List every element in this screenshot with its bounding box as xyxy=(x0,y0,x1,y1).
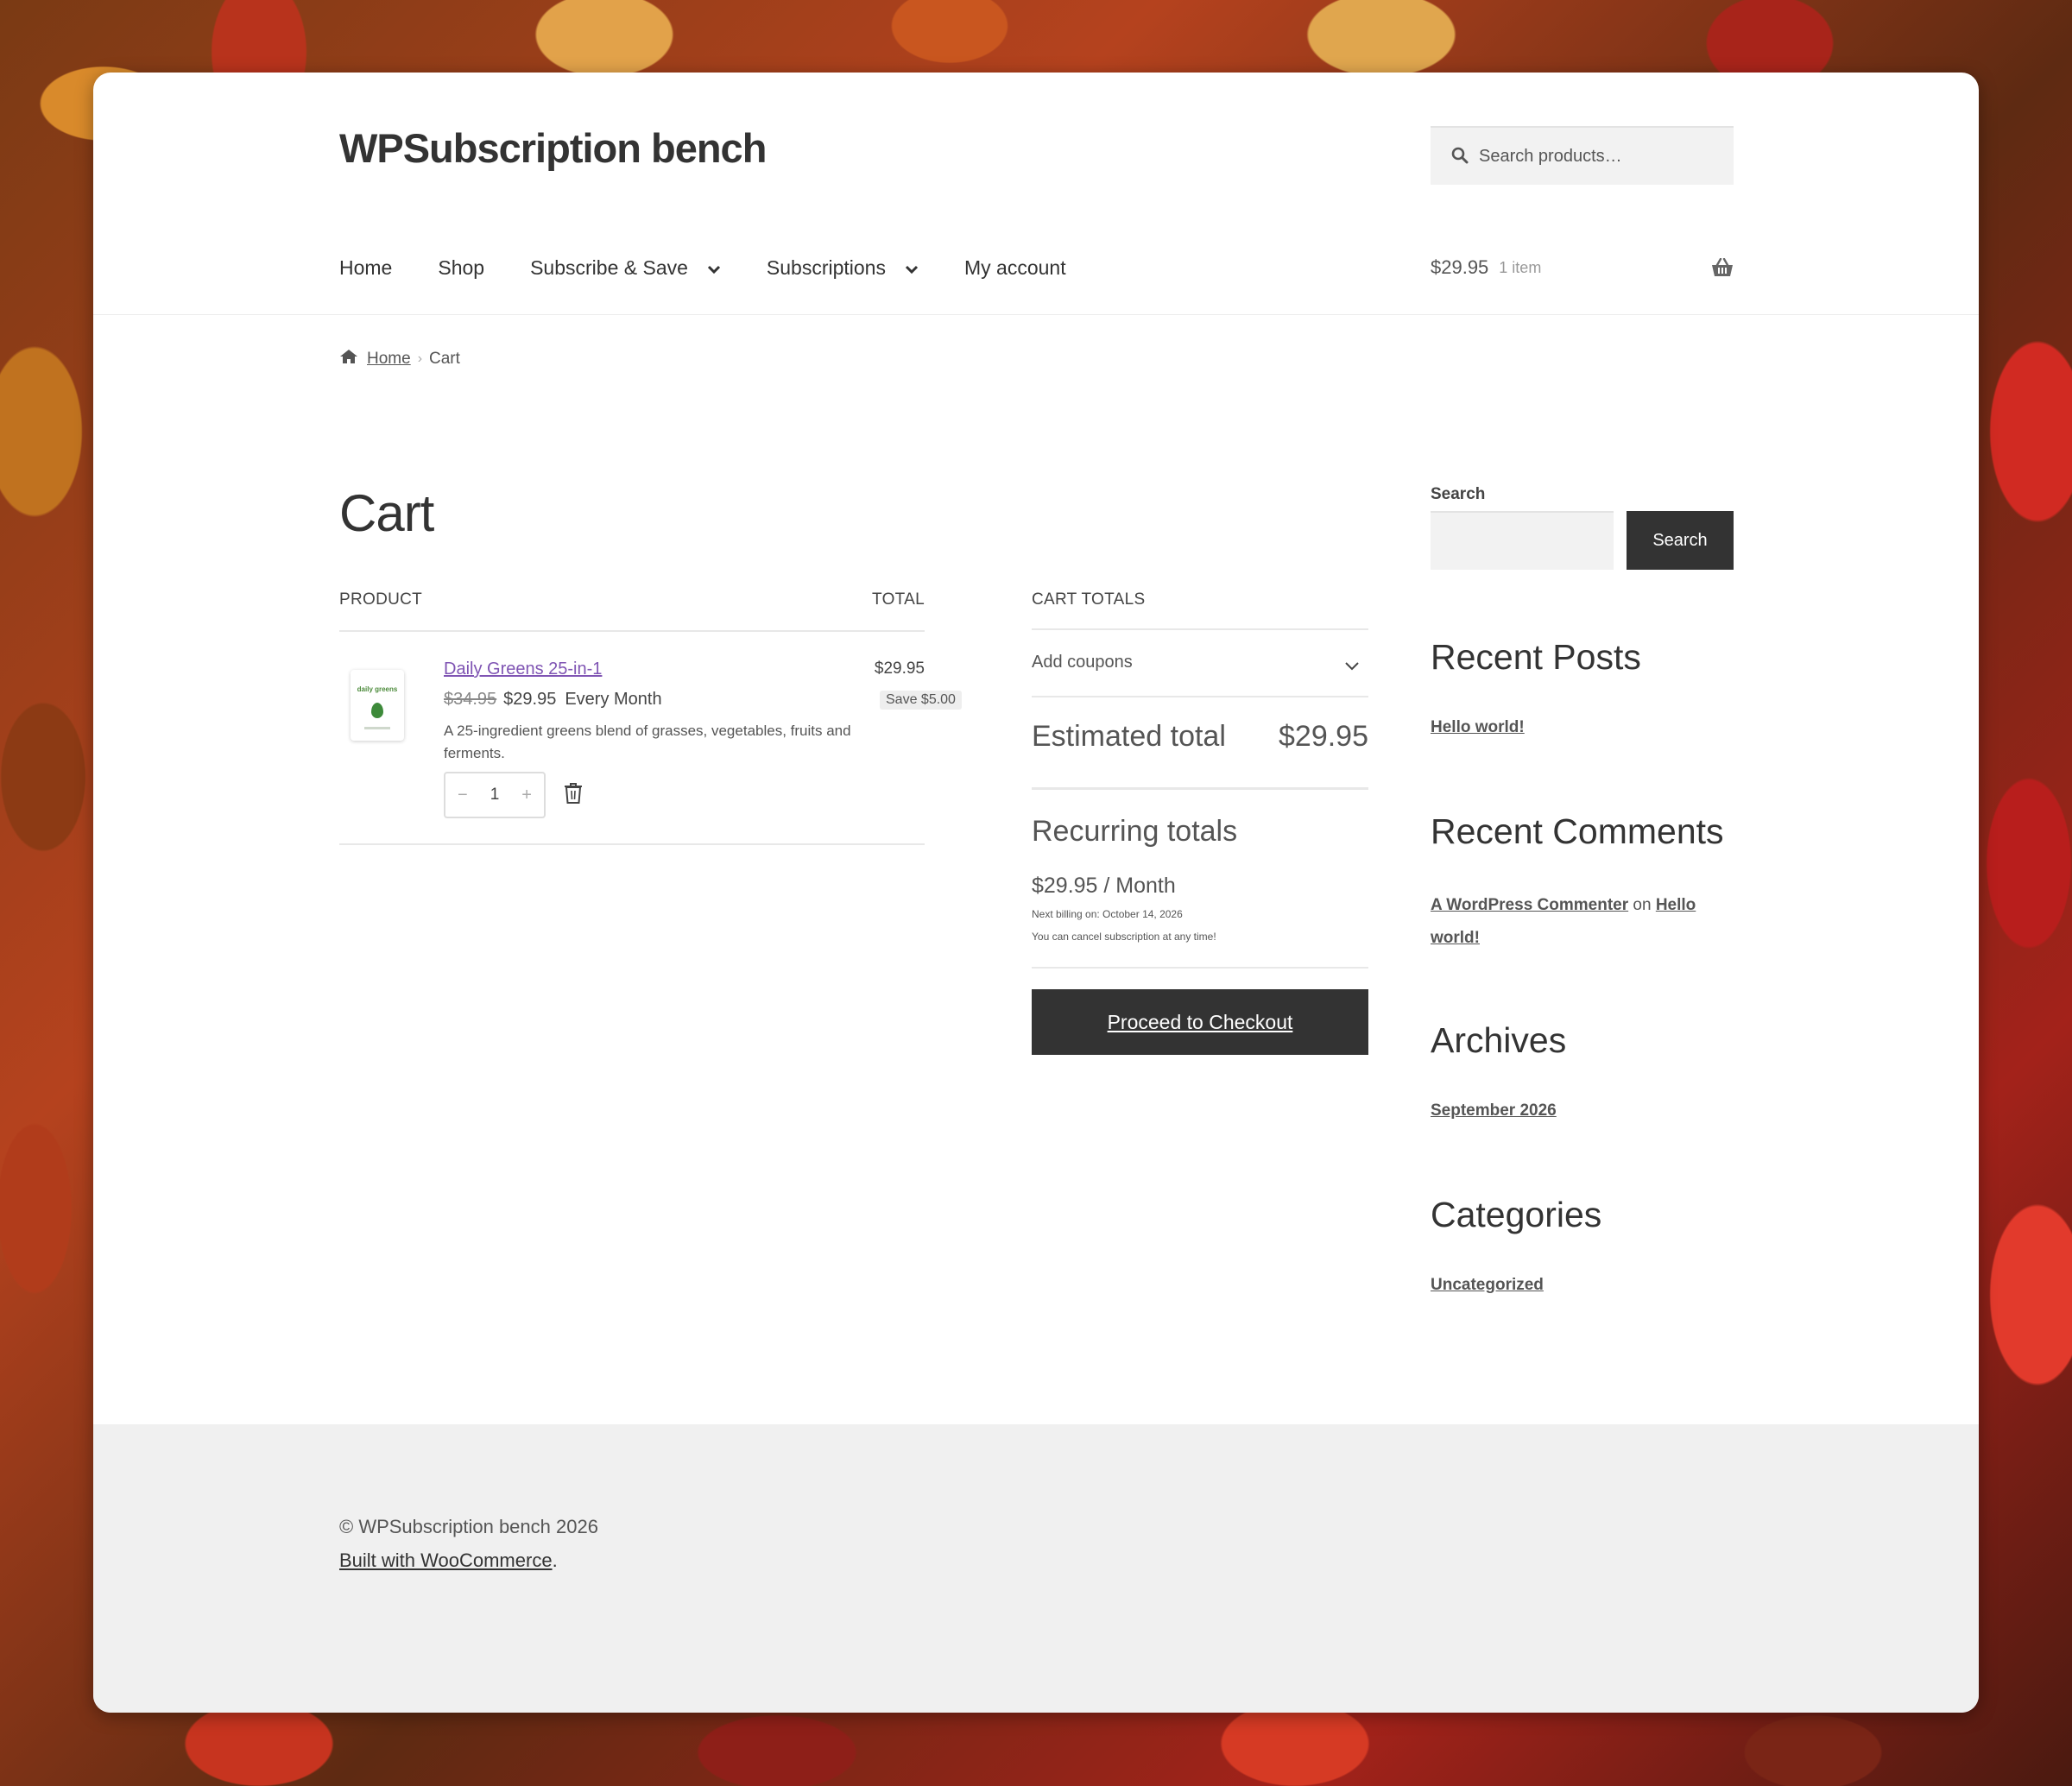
column-header-total: TOTAL xyxy=(872,590,925,609)
nav-item-my-account[interactable]: My account xyxy=(964,256,1066,280)
breadcrumb-separator-icon: › xyxy=(417,351,423,366)
chevron-down-icon xyxy=(905,256,919,280)
category-link[interactable]: Uncategorized xyxy=(1431,1276,1544,1295)
estimated-total-value: $29.95 xyxy=(1279,720,1368,753)
chevron-down-icon xyxy=(1344,656,1360,676)
page-title: Cart xyxy=(339,484,434,542)
header-divider xyxy=(93,314,1979,315)
line-total: $29.95 xyxy=(874,659,925,678)
built-with-woocommerce-link[interactable]: Built with WooCommerce xyxy=(339,1549,553,1571)
home-icon xyxy=(339,349,358,369)
breadcrumb-current: Cart xyxy=(429,350,460,368)
thumbnail-label: daily greens xyxy=(357,685,398,693)
recurring-totals-title: Recurring totals xyxy=(1032,815,1238,848)
totals-divider xyxy=(1032,696,1368,697)
search-input[interactable] xyxy=(1477,128,1722,185)
trash-icon[interactable] xyxy=(564,782,583,809)
product-name-link[interactable]: Daily Greens 25-in-1 xyxy=(444,659,602,679)
search-icon xyxy=(1451,147,1469,168)
totals-divider xyxy=(1032,628,1368,630)
table-row-divider xyxy=(339,843,925,845)
primary-nav: Home Shop Subscribe & Save Subscriptions… xyxy=(339,250,1112,285)
categories-title: Categories xyxy=(1431,1195,1602,1234)
regular-price: $34.95 xyxy=(444,690,497,709)
header-search xyxy=(1431,126,1734,185)
mini-cart-amount: $29.95 xyxy=(1431,256,1489,278)
nav-label: Home xyxy=(339,256,393,279)
save-badge: Save $5.00 xyxy=(880,691,962,710)
archives-title: Archives xyxy=(1431,1020,1567,1060)
thumbnail-decoration xyxy=(364,727,390,729)
totals-divider xyxy=(1032,787,1368,790)
product-thumbnail[interactable]: daily greens xyxy=(351,670,404,741)
recent-post-link[interactable]: Hello world! xyxy=(1431,718,1525,737)
quantity-increase-button[interactable]: + xyxy=(521,786,532,805)
nav-label: Subscriptions xyxy=(766,256,886,279)
chevron-down-icon xyxy=(707,256,721,280)
footer-credit: Built with WooCommerce. xyxy=(339,1549,558,1572)
page-card: WPSubscription bench Home Shop Subscribe… xyxy=(93,73,1979,1713)
column-header-product: PRODUCT xyxy=(339,590,423,609)
breadcrumb-home-link[interactable]: Home xyxy=(367,350,411,369)
cart-totals-heading: CART TOTALS xyxy=(1032,590,1146,609)
nav-label: Subscribe & Save xyxy=(530,256,688,279)
comment-author-link[interactable]: A WordPress Commenter xyxy=(1431,896,1628,914)
add-coupons-toggle[interactable]: Add coupons xyxy=(1032,653,1368,672)
mini-cart-count: 1 item xyxy=(1499,258,1542,276)
product-price: $34.95 $29.95 Every Month xyxy=(444,690,662,710)
recent-posts-title: Recent Posts xyxy=(1431,637,1641,677)
quantity-decrease-button[interactable]: − xyxy=(458,786,468,805)
footer-credit-suffix: . xyxy=(552,1549,558,1571)
leaf-icon xyxy=(371,703,383,718)
cancel-note: You can cancel subscription at any time! xyxy=(1032,931,1216,943)
product-description: A 25-ingredient greens blend of grasses,… xyxy=(444,723,851,761)
footer-copyright: © WPSubscription bench 2026 xyxy=(339,1516,598,1537)
archive-link[interactable]: September 2026 xyxy=(1431,1101,1557,1120)
table-header-divider xyxy=(339,630,925,632)
quantity-stepper: − 1 + xyxy=(444,772,546,818)
proceed-to-checkout-button[interactable]: Proceed to Checkout xyxy=(1032,989,1368,1055)
next-billing-note: Next billing on: October 14, 2026 xyxy=(1032,908,1183,920)
nav-item-shop[interactable]: Shop xyxy=(438,256,484,280)
add-coupons-label: Add coupons xyxy=(1032,653,1133,672)
quantity-value[interactable]: 1 xyxy=(490,786,500,805)
nav-label: Shop xyxy=(438,256,485,279)
sidebar-search-button[interactable]: Search xyxy=(1627,511,1734,570)
recurring-price: $29.95 / Month xyxy=(1032,874,1176,898)
comment-on-text: on xyxy=(1633,896,1652,914)
sidebar-search-label: Search xyxy=(1431,485,1486,503)
basket-icon[interactable] xyxy=(1711,257,1734,281)
totals-divider xyxy=(1032,967,1368,969)
nav-item-home[interactable]: Home xyxy=(339,256,392,280)
sidebar-search-input[interactable] xyxy=(1431,511,1614,570)
sale-price: $29.95 xyxy=(503,690,557,709)
nav-item-subscriptions[interactable]: Subscriptions xyxy=(767,256,919,280)
recent-comments-title: Recent Comments xyxy=(1431,811,1724,851)
billing-period: Every Month xyxy=(565,690,662,709)
recent-comment: A WordPress Commenter on Hello world! xyxy=(1431,889,1741,955)
mini-cart[interactable]: $29.95 1 item xyxy=(1431,250,1734,285)
site-title[interactable]: WPSubscription bench xyxy=(339,124,767,172)
nav-item-subscribe-save[interactable]: Subscribe & Save xyxy=(530,256,721,280)
nav-label: My account xyxy=(963,256,1066,279)
breadcrumb: Home › Cart xyxy=(339,349,460,369)
